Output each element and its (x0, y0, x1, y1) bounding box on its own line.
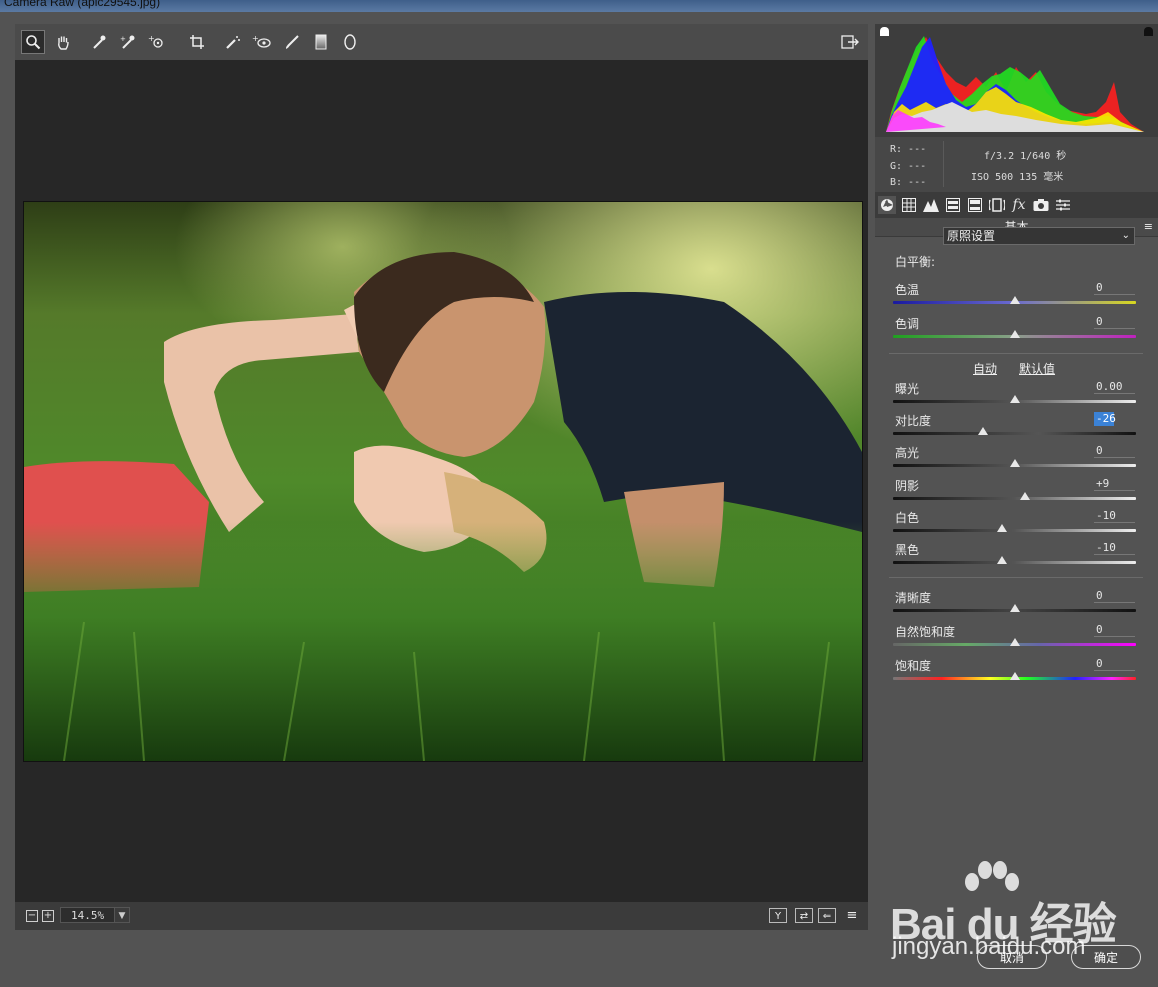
slider-presence-sliders-1-label: 自然饱和度 (895, 625, 956, 639)
basic-panel-content: 白平衡: 原照设置 ⌄ 色温 0 色调 0 自动 默认值 曝光 0.00 对比度 -26 高光… (875, 0, 1158, 930)
slider-presence-sliders-2-label: 饱和度 (895, 659, 932, 673)
svg-text:+: + (252, 34, 259, 43)
slider-presence-sliders-1-value-field[interactable]: 0 (1094, 623, 1135, 637)
slider-tone-sliders-3-thumb[interactable] (1020, 491, 1031, 500)
default-link[interactable]: 默认值 (1019, 360, 1055, 377)
radial-filter-icon[interactable] (339, 31, 361, 53)
slider-tone-sliders-4-track[interactable] (893, 528, 1136, 532)
auto-link[interactable]: 自动 (973, 360, 997, 377)
slider-tone-sliders-3-label: 阴影 (895, 478, 920, 493)
white-balance-select[interactable]: 原照设置 ⌄ (943, 227, 1135, 245)
white-balance-value: 原照设置 (947, 229, 996, 243)
slider-wb-sliders-0-label: 色温 (895, 283, 920, 297)
zoom-icon[interactable] (21, 30, 45, 54)
targeted-adjustment-icon[interactable]: + (146, 31, 168, 53)
section-divider (889, 353, 1143, 354)
slider-tone-sliders-5-track[interactable] (893, 561, 1136, 564)
slider-tone-sliders-2-thumb[interactable] (1009, 459, 1020, 468)
slider-tone-sliders-0-thumb[interactable] (1009, 395, 1020, 403)
slider-tone-sliders-1-track[interactable] (893, 432, 1136, 436)
slider-presence-sliders-1-thumb[interactable] (1009, 638, 1020, 646)
slider-wb-sliders-0-value-field[interactable]: 0 (1094, 281, 1135, 295)
swap-settings-button[interactable]: ⇄ (795, 908, 813, 923)
white-balance-label: 白平衡: (895, 255, 936, 269)
spot-removal-icon[interactable] (222, 31, 244, 53)
slider-tone-sliders-2-label: 高光 (895, 446, 920, 461)
zoom-in-button[interactable]: + (42, 910, 54, 922)
red-eye-icon[interactable]: + (251, 31, 273, 53)
graduated-filter-icon[interactable] (310, 31, 332, 53)
status-bar: − + 14.5% ▼ Y ⇄ ⇐ ≡ (15, 902, 868, 930)
slider-tone-sliders-4-value-field[interactable]: -10 (1094, 509, 1135, 523)
slider-tone-sliders-4-label: 白色 (895, 510, 920, 525)
cancel-button[interactable]: 取消 (977, 945, 1047, 969)
slider-wb-sliders-1-value-field[interactable]: 0 (1094, 315, 1135, 329)
ok-button[interactable]: 确定 (1071, 945, 1141, 969)
view-settings-sliders-icon[interactable]: ≡ (843, 908, 861, 923)
svg-text:+: + (148, 34, 155, 43)
before-after-view-button[interactable]: Y (769, 908, 787, 923)
slider-wb-sliders-1-label: 色调 (895, 317, 920, 331)
adjustment-brush-icon[interactable] (281, 31, 303, 53)
chevron-down-icon: ⌄ (1121, 230, 1130, 241)
window-frame (0, 12, 14, 932)
copy-settings-button[interactable]: ⇐ (818, 908, 836, 923)
slider-tone-sliders-5-value-field[interactable]: -10 (1094, 541, 1135, 555)
slider-tone-sliders-5-thumb[interactable] (997, 556, 1008, 564)
slider-presence-sliders-2-thumb[interactable] (1009, 672, 1020, 680)
white-balance-icon[interactable] (88, 31, 110, 53)
slider-tone-sliders-1-thumb[interactable] (977, 427, 988, 436)
slider-tone-sliders-3-value-field[interactable]: +9 (1094, 477, 1135, 491)
window-title: Camera Raw (apic29545.jpg) (4, 0, 161, 9)
tool-bar: + + + (15, 24, 868, 61)
photo-preview (23, 201, 863, 762)
section-divider-2 (889, 577, 1143, 578)
slider-presence-sliders-2-value-field[interactable]: 0 (1094, 657, 1135, 671)
slider-presence-sliders-0-value-field[interactable]: 0 (1094, 589, 1135, 603)
slider-presence-sliders-0-thumb[interactable] (1009, 604, 1020, 612)
zoom-out-button[interactable]: − (26, 910, 38, 922)
slider-tone-sliders-5-label: 黑色 (895, 543, 920, 557)
slider-wb-sliders-1-thumb[interactable] (1009, 330, 1020, 338)
slider-tone-sliders-0-label: 曝光 (895, 382, 920, 396)
slider-tone-sliders-2-value-field[interactable]: 0 (1094, 444, 1135, 459)
crop-icon[interactable] (186, 31, 208, 53)
slider-tone-sliders-1-value-field[interactable]: -26 (1094, 412, 1116, 427)
slider-tone-sliders-4-thumb[interactable] (997, 523, 1008, 532)
hand-icon[interactable] (52, 31, 74, 53)
slider-tone-sliders-1-label: 对比度 (895, 414, 932, 429)
slider-presence-sliders-0-label: 清晰度 (895, 591, 932, 605)
slider-tone-sliders-3-track[interactable] (893, 496, 1136, 500)
slider-tone-sliders-0-value-field[interactable]: 0.00 (1094, 380, 1135, 394)
svg-text:+: + (120, 35, 126, 43)
zoom-dropdown-chevron-down-icon[interactable]: ▼ (114, 907, 130, 923)
slider-wb-sliders-0-thumb[interactable] (1009, 296, 1020, 304)
color-sampler-icon[interactable]: + (117, 31, 139, 53)
export-icon[interactable] (839, 31, 861, 53)
